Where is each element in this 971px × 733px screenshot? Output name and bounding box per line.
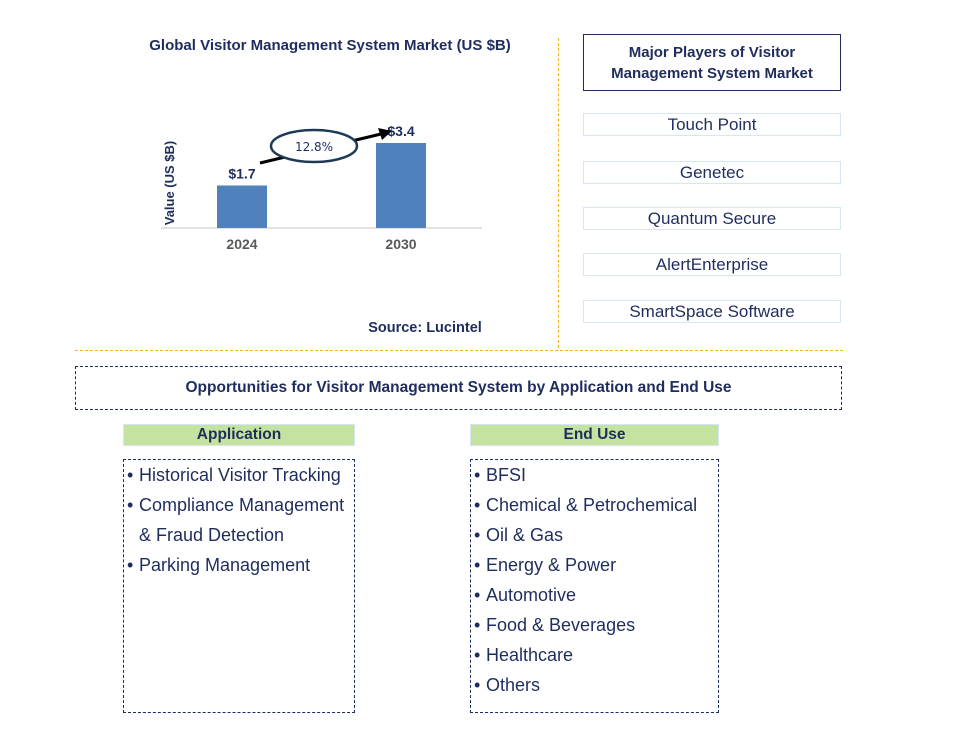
player-item: Genetec [583, 161, 841, 184]
application-list: • Historical Visitor Tracking • Compliance… [123, 459, 355, 713]
horizontal-divider [75, 350, 843, 351]
vertical-divider [558, 38, 559, 348]
bar-chart: Value (US $B) $1.72024$3.42030 12.8% [161, 123, 482, 252]
major-players-heading: Major Players of Visitor Management Syst… [583, 34, 841, 91]
bar-2030 [376, 143, 426, 228]
end-use-header: End Use [470, 424, 719, 446]
end-use-list: • BFSI • Chemical & Petrochemical • Oil & G… [470, 459, 719, 713]
player-item: AlertEnterprise [583, 253, 841, 276]
list-item: • Oil & Gas [474, 525, 564, 545]
list-item: • Compliance Management [127, 495, 345, 515]
list-item: • Healthcare [474, 645, 574, 665]
player-item: Touch Point [583, 113, 841, 136]
list-item: • Others [474, 675, 541, 695]
list-item: • Chemical & Petrochemical [474, 495, 698, 515]
heading-line: Major Players of Visitor [628, 43, 796, 61]
list-item: • Energy & Power [474, 555, 617, 575]
application-header: Application [123, 424, 355, 446]
player-item: SmartSpace Software [583, 300, 841, 323]
list-item: • Food & Beverages [474, 615, 636, 635]
list-item: • Automotive [474, 585, 577, 605]
list-item: • Historical Visitor Tracking [127, 465, 341, 485]
x-tick-label: 2030 [385, 236, 416, 252]
list-item: • Parking Management [127, 555, 311, 575]
y-axis-label: Value (US $B) [162, 141, 177, 226]
cagr-annotation: 12.8% [259, 128, 392, 165]
cagr-label: 12.8% [295, 140, 333, 154]
list-item: • BFSI [474, 465, 527, 485]
player-item: Quantum Secure [583, 207, 841, 230]
heading-line: Management System Market [611, 64, 813, 82]
source-note: Source: Lucintel [368, 320, 482, 336]
x-tick-label: 2024 [226, 236, 257, 252]
list-item-continuation: & Fraud Detection [139, 525, 285, 545]
opportunities-heading: Opportunities for Visitor Management Sys… [75, 366, 842, 410]
bar-2024 [217, 185, 267, 228]
data-label: $1.7 [228, 166, 255, 182]
